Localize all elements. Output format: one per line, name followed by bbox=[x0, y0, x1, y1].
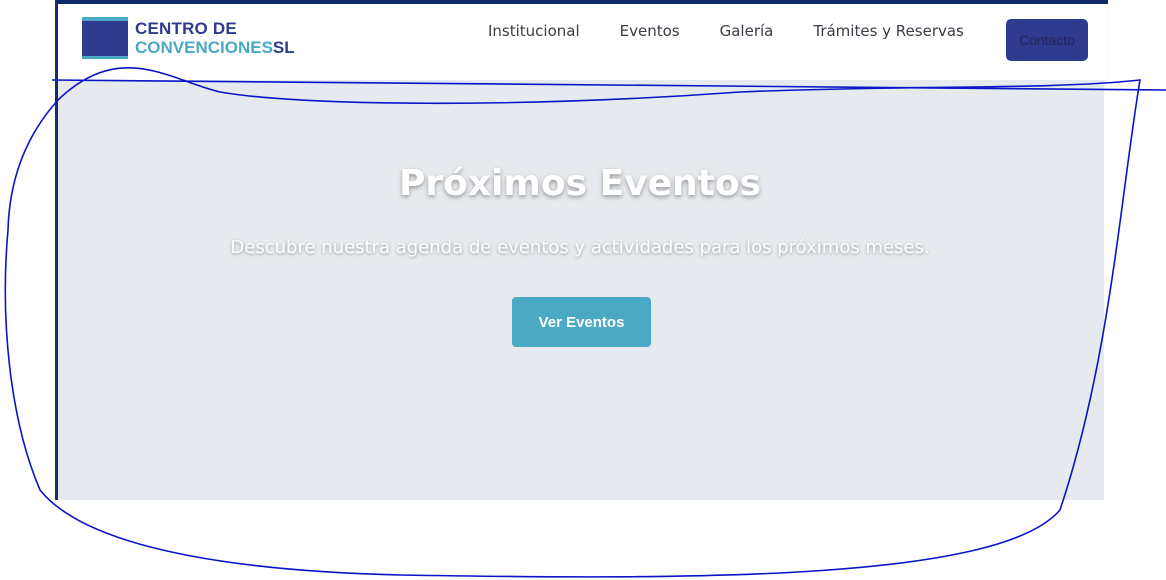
left-annotation-bar bbox=[55, 0, 58, 500]
logo-mark-icon bbox=[82, 17, 128, 59]
nav-link-eventos[interactable]: Eventos bbox=[620, 21, 680, 41]
nav-link-institucional[interactable]: Institucional bbox=[488, 21, 580, 41]
hero-section: Próximos Eventos Descubre nuestra agenda… bbox=[56, 80, 1104, 500]
contact-button[interactable]: Contacto bbox=[1006, 19, 1088, 61]
nav-link-tramites-reservas[interactable]: Trámites y Reservas bbox=[813, 21, 964, 41]
navbar: CENTRO DE CONVENCIONESSL Institucional E… bbox=[56, 4, 1108, 80]
hero-title: Próximos Eventos bbox=[398, 163, 762, 204]
hero-subtitle: Descubre nuestra agenda de eventos y act… bbox=[230, 237, 930, 258]
main-nav: Institucional Eventos Galería Trámites y… bbox=[488, 21, 1004, 41]
logo-text-line2: CONVENCIONESSL bbox=[135, 38, 295, 58]
logo-text-line1: CENTRO DE bbox=[135, 19, 237, 38]
logo-text-convenciones: CONVENCIONES bbox=[135, 38, 273, 57]
nav-link-galeria[interactable]: Galería bbox=[720, 21, 774, 41]
view-events-button[interactable]: Ver Eventos bbox=[512, 297, 651, 347]
logo-text-suffix: SL bbox=[272, 38, 295, 57]
site-logo[interactable]: CENTRO DE CONVENCIONESSL bbox=[82, 15, 302, 61]
